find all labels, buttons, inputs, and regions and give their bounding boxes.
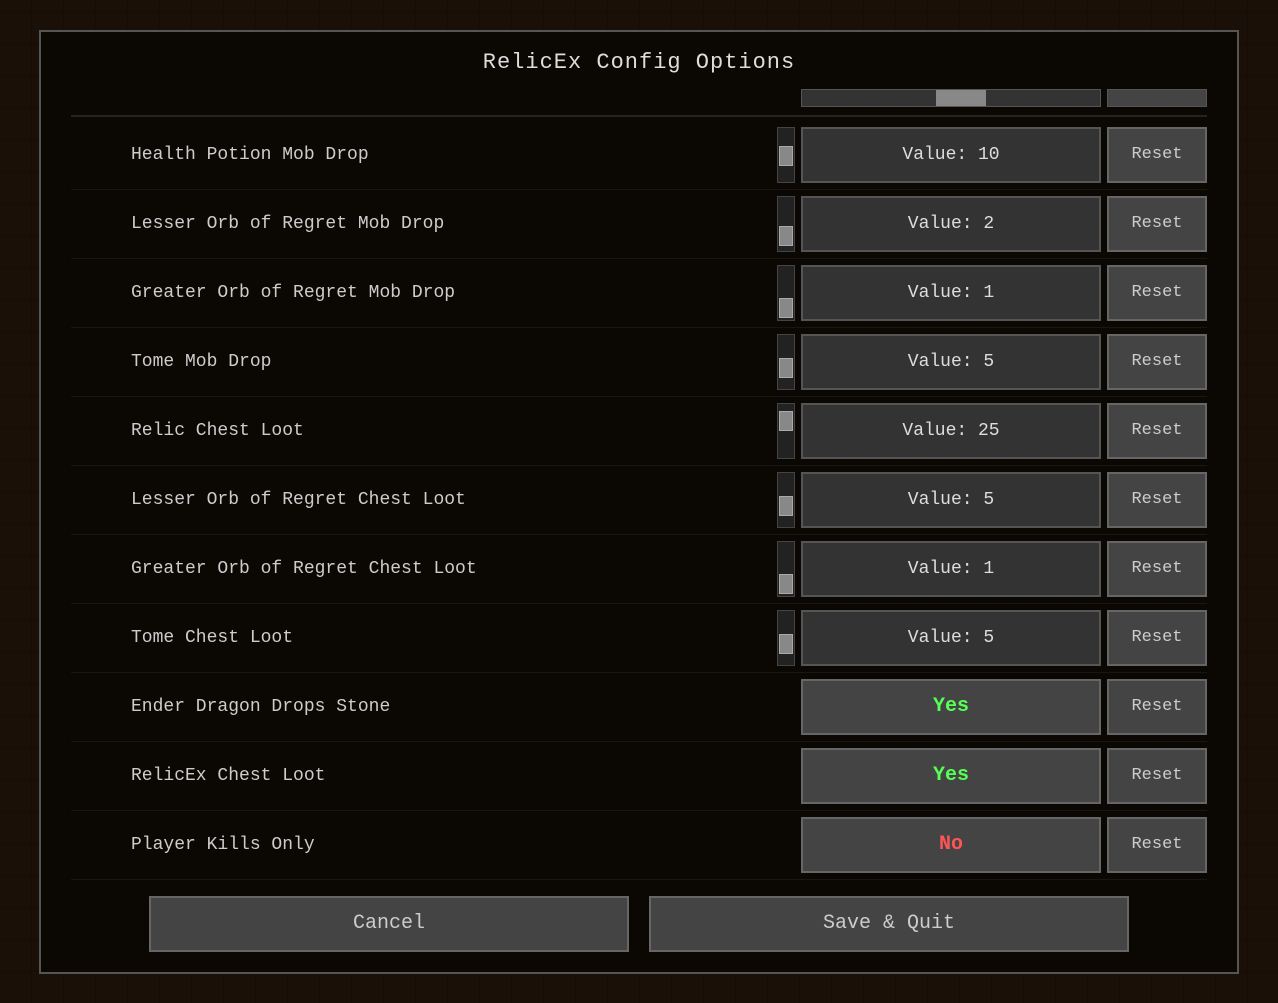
toggle-text-player-kills-only: No bbox=[939, 833, 963, 856]
config-controls-greater-orb-chest-loot: Value: 1Reset bbox=[777, 541, 1207, 597]
config-rows: Health Potion Mob DropValue: 10ResetLess… bbox=[71, 121, 1207, 880]
toggle-ender-dragon-drops-stone[interactable]: Yes bbox=[801, 679, 1101, 735]
dialog-title: RelicEx Config Options bbox=[483, 32, 795, 85]
reset-button-greater-orb-mob-drop[interactable]: Reset bbox=[1107, 265, 1207, 321]
value-box-greater-orb-chest-loot[interactable]: Value: 1 bbox=[801, 541, 1101, 597]
config-label-relicex-chest-loot: RelicEx Chest Loot bbox=[71, 766, 801, 786]
reset-button-tome-chest-loot[interactable]: Reset bbox=[1107, 610, 1207, 666]
config-list: Health Potion Mob DropValue: 10ResetLess… bbox=[41, 85, 1237, 880]
slider-thumb-relic-chest-loot[interactable] bbox=[779, 411, 793, 431]
reset-button-lesser-orb-chest-loot[interactable]: Reset bbox=[1107, 472, 1207, 528]
cancel-button[interactable]: Cancel bbox=[149, 896, 629, 952]
reset-button-player-kills-only[interactable]: Reset bbox=[1107, 817, 1207, 873]
slider-thumb-lesser-orb-mob-drop[interactable] bbox=[779, 226, 793, 246]
slider-thumb-lesser-orb-chest-loot[interactable] bbox=[779, 496, 793, 516]
slider-track-lesser-orb-mob-drop[interactable] bbox=[777, 196, 795, 252]
top-divider bbox=[71, 115, 1207, 117]
config-controls-tome-mob-drop: Value: 5Reset bbox=[777, 334, 1207, 390]
config-row-greater-orb-mob-drop: Greater Orb of Regret Mob DropValue: 1Re… bbox=[71, 259, 1207, 328]
config-row-tome-chest-loot: Tome Chest LootValue: 5Reset bbox=[71, 604, 1207, 673]
config-controls-relic-chest-loot: Value: 25Reset bbox=[777, 403, 1207, 459]
config-controls-ender-dragon-drops-stone: Yes Reset bbox=[801, 679, 1207, 735]
config-label-greater-orb-chest-loot: Greater Orb of Regret Chest Loot bbox=[71, 559, 777, 579]
value-box-health-potion-mob-drop[interactable]: Value: 10 bbox=[801, 127, 1101, 183]
scrollbar-thumb bbox=[936, 90, 986, 106]
reset-button-ender-dragon-drops-stone[interactable]: Reset bbox=[1107, 679, 1207, 735]
config-label-lesser-orb-mob-drop: Lesser Orb of Regret Mob Drop bbox=[71, 214, 777, 234]
slider-track-greater-orb-chest-loot[interactable] bbox=[777, 541, 795, 597]
reset-button-lesser-orb-mob-drop[interactable]: Reset bbox=[1107, 196, 1207, 252]
config-row-relicex-chest-loot: RelicEx Chest Loot Yes Reset bbox=[71, 742, 1207, 811]
reset-button-health-potion-mob-drop[interactable]: Reset bbox=[1107, 127, 1207, 183]
config-controls-tome-chest-loot: Value: 5Reset bbox=[777, 610, 1207, 666]
config-row-ender-dragon-drops-stone: Ender Dragon Drops Stone Yes Reset bbox=[71, 673, 1207, 742]
slider-track-lesser-orb-chest-loot[interactable] bbox=[777, 472, 795, 528]
slider-lesser-orb-chest-loot bbox=[777, 472, 795, 528]
config-dialog: RelicEx Config Options Health Potion Mob… bbox=[39, 30, 1239, 974]
value-box-tome-chest-loot[interactable]: Value: 5 bbox=[801, 610, 1101, 666]
value-box-relic-chest-loot[interactable]: Value: 25 bbox=[801, 403, 1101, 459]
config-label-tome-mob-drop: Tome Mob Drop bbox=[71, 352, 777, 372]
config-label-relic-chest-loot: Relic Chest Loot bbox=[71, 421, 777, 441]
slider-greater-orb-mob-drop bbox=[777, 265, 795, 321]
slider-track-relic-chest-loot[interactable] bbox=[777, 403, 795, 459]
slider-tome-chest-loot bbox=[777, 610, 795, 666]
config-label-health-potion-mob-drop: Health Potion Mob Drop bbox=[71, 145, 777, 165]
toggle-text-ender-dragon-drops-stone: Yes bbox=[933, 695, 969, 718]
config-label-greater-orb-mob-drop: Greater Orb of Regret Mob Drop bbox=[71, 283, 777, 303]
slider-track-greater-orb-mob-drop[interactable] bbox=[777, 265, 795, 321]
slider-lesser-orb-mob-drop bbox=[777, 196, 795, 252]
slider-thumb-tome-mob-drop[interactable] bbox=[779, 358, 793, 378]
horizontal-scrollbar[interactable] bbox=[801, 89, 1101, 107]
slider-track-health-potion-mob-drop[interactable] bbox=[777, 127, 795, 183]
config-row-lesser-orb-mob-drop: Lesser Orb of Regret Mob DropValue: 2Res… bbox=[71, 190, 1207, 259]
toggle-text-relicex-chest-loot: Yes bbox=[933, 764, 969, 787]
config-controls-player-kills-only: No Reset bbox=[801, 817, 1207, 873]
scroll-area-top bbox=[71, 85, 1207, 111]
config-controls-relicex-chest-loot: Yes Reset bbox=[801, 748, 1207, 804]
slider-thumb-tome-chest-loot[interactable] bbox=[779, 634, 793, 654]
config-label-player-kills-only: Player Kills Only bbox=[71, 835, 801, 855]
config-row-lesser-orb-chest-loot: Lesser Orb of Regret Chest LootValue: 5R… bbox=[71, 466, 1207, 535]
slider-track-tome-chest-loot[interactable] bbox=[777, 610, 795, 666]
config-controls-health-potion-mob-drop: Value: 10Reset bbox=[777, 127, 1207, 183]
value-box-tome-mob-drop[interactable]: Value: 5 bbox=[801, 334, 1101, 390]
value-box-lesser-orb-chest-loot[interactable]: Value: 5 bbox=[801, 472, 1101, 528]
value-box-lesser-orb-mob-drop[interactable]: Value: 2 bbox=[801, 196, 1101, 252]
save-quit-button[interactable]: Save & Quit bbox=[649, 896, 1129, 952]
config-controls-lesser-orb-chest-loot: Value: 5Reset bbox=[777, 472, 1207, 528]
value-box-greater-orb-mob-drop[interactable]: Value: 1 bbox=[801, 265, 1101, 321]
reset-button-relicex-chest-loot[interactable]: Reset bbox=[1107, 748, 1207, 804]
config-controls-greater-orb-mob-drop: Value: 1Reset bbox=[777, 265, 1207, 321]
reset-button-tome-mob-drop[interactable]: Reset bbox=[1107, 334, 1207, 390]
slider-greater-orb-chest-loot bbox=[777, 541, 795, 597]
slider-relic-chest-loot bbox=[777, 403, 795, 459]
slider-tome-mob-drop bbox=[777, 334, 795, 390]
config-row-player-kills-only: Player Kills Only No Reset bbox=[71, 811, 1207, 880]
config-row-tome-mob-drop: Tome Mob DropValue: 5Reset bbox=[71, 328, 1207, 397]
slider-thumb-greater-orb-chest-loot[interactable] bbox=[779, 574, 793, 594]
scroll-button-right[interactable] bbox=[1107, 89, 1207, 107]
reset-button-relic-chest-loot[interactable]: Reset bbox=[1107, 403, 1207, 459]
config-label-lesser-orb-chest-loot: Lesser Orb of Regret Chest Loot bbox=[71, 490, 777, 510]
reset-button-greater-orb-chest-loot[interactable]: Reset bbox=[1107, 541, 1207, 597]
slider-health-potion-mob-drop bbox=[777, 127, 795, 183]
bottom-buttons: Cancel Save & Quit bbox=[41, 896, 1237, 952]
config-label-ender-dragon-drops-stone: Ender Dragon Drops Stone bbox=[71, 697, 801, 717]
toggle-player-kills-only[interactable]: No bbox=[801, 817, 1101, 873]
toggle-relicex-chest-loot[interactable]: Yes bbox=[801, 748, 1101, 804]
slider-thumb-health-potion-mob-drop[interactable] bbox=[779, 146, 793, 166]
config-label-tome-chest-loot: Tome Chest Loot bbox=[71, 628, 777, 648]
slider-track-tome-mob-drop[interactable] bbox=[777, 334, 795, 390]
config-row-relic-chest-loot: Relic Chest LootValue: 25Reset bbox=[71, 397, 1207, 466]
slider-thumb-greater-orb-mob-drop[interactable] bbox=[779, 298, 793, 318]
config-row-health-potion-mob-drop: Health Potion Mob DropValue: 10Reset bbox=[71, 121, 1207, 190]
config-controls-lesser-orb-mob-drop: Value: 2Reset bbox=[777, 196, 1207, 252]
config-row-greater-orb-chest-loot: Greater Orb of Regret Chest LootValue: 1… bbox=[71, 535, 1207, 604]
